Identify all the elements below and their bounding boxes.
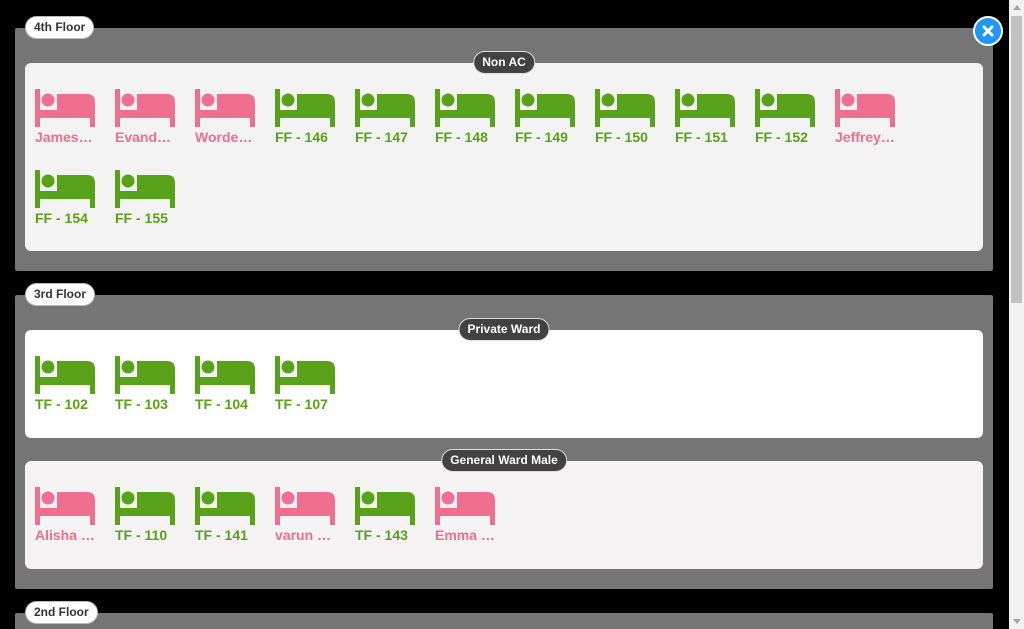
- bed-item[interactable]: FF - 149: [515, 89, 595, 155]
- bed-icon: [115, 356, 175, 394]
- bed-icon: [275, 487, 335, 525]
- bed-list: Alisha K… TF - 110 TF - 141 varun m… TF - 14…: [35, 487, 985, 553]
- floor-label: 2nd Floor: [25, 601, 98, 624]
- bed-icon: [755, 89, 815, 127]
- bed-icon: [195, 487, 255, 525]
- bed-item[interactable]: FF - 148: [435, 89, 515, 155]
- bed-icon: [35, 356, 95, 394]
- ward-label: General Ward Male: [441, 449, 567, 472]
- bed-item[interactable]: Jeffrey …: [835, 89, 915, 155]
- bed-icon: [435, 89, 495, 127]
- bed-label: TF - 102: [35, 396, 88, 412]
- bed-label: FF - 152: [755, 129, 808, 145]
- bed-icon: [355, 487, 415, 525]
- bed-item[interactable]: Evander…: [115, 89, 195, 155]
- ward-label: Non AC: [473, 51, 535, 74]
- bed-item[interactable]: FF - 146: [275, 89, 355, 155]
- bed-label: Emma …: [435, 527, 495, 543]
- bed-item[interactable]: TF - 103: [115, 356, 195, 422]
- bed-label: Alisha K…: [35, 527, 95, 543]
- bed-item[interactable]: FF - 155: [115, 170, 195, 236]
- bed-label: FF - 155: [115, 210, 168, 226]
- bed-icon: [515, 89, 575, 127]
- bed-icon: [195, 89, 255, 127]
- bed-label: FF - 147: [355, 129, 408, 145]
- scroll-thumb[interactable]: [1011, 16, 1022, 303]
- bed-label: FF - 149: [515, 129, 568, 145]
- bed-label: TF - 141: [195, 527, 248, 543]
- bed-item[interactable]: varun m…: [275, 487, 355, 553]
- bed-icon: [115, 487, 175, 525]
- bed-label: TF - 103: [115, 396, 168, 412]
- bed-label: TF - 107: [275, 396, 328, 412]
- bed-label: Evander…: [115, 129, 175, 145]
- bed-label: Jamesh…: [35, 129, 95, 145]
- bed-item[interactable]: Jamesh…: [35, 89, 115, 155]
- floor-3rd: 3rd Floor Private Ward TF - 102 TF - 103 T…: [15, 283, 993, 589]
- bed-item[interactable]: Wordey …: [195, 89, 275, 155]
- bed-item[interactable]: FF - 154: [35, 170, 115, 236]
- bed-item[interactable]: TF - 110: [115, 487, 195, 553]
- floor-label: 4th Floor: [25, 16, 95, 39]
- floor-label: 3rd Floor: [25, 283, 96, 306]
- bed-item[interactable]: TF - 143: [355, 487, 435, 553]
- bed-item[interactable]: FF - 151: [675, 89, 755, 155]
- floor-2nd: 2nd Floor: [15, 601, 993, 629]
- bed-label: FF - 148: [435, 129, 488, 145]
- bed-item[interactable]: TF - 102: [35, 356, 115, 422]
- bed-label: TF - 110: [115, 527, 168, 543]
- bed-item[interactable]: FF - 152: [755, 89, 835, 155]
- bed-icon: [355, 89, 415, 127]
- vertical-scrollbar[interactable]: [1009, 0, 1024, 629]
- ward-general-male: General Ward Male Alisha K… TF - 110 TF - …: [25, 449, 985, 569]
- bed-icon: [675, 89, 735, 127]
- bed-label: varun m…: [275, 527, 335, 543]
- bed-icon: [835, 89, 895, 127]
- bed-label: FF - 151: [675, 129, 728, 145]
- bed-item[interactable]: Emma …: [435, 487, 515, 553]
- bed-label: TF - 143: [355, 527, 408, 543]
- bed-label: FF - 154: [35, 210, 88, 226]
- bed-list: TF - 102 TF - 103 TF - 104 TF - 107: [35, 356, 985, 422]
- bed-label: Wordey …: [195, 129, 255, 145]
- bed-icon: [35, 487, 95, 525]
- bed-item[interactable]: Alisha K…: [35, 487, 115, 553]
- floor-4th: 4th Floor Non AC Jamesh… Evander… Wordey ……: [15, 16, 993, 271]
- bed-icon: [275, 356, 335, 394]
- bed-map-viewport: 4th Floor Non AC Jamesh… Evander… Wordey ……: [0, 0, 1009, 629]
- scroll-down-icon[interactable]: [1013, 619, 1021, 624]
- bed-label: TF - 104: [195, 396, 248, 412]
- bed-icon: [195, 356, 255, 394]
- bed-label: Jeffrey …: [835, 129, 895, 145]
- close-button[interactable]: [973, 16, 1003, 46]
- bed-icon: [115, 170, 175, 208]
- close-icon: [982, 25, 994, 37]
- bed-item[interactable]: TF - 141: [195, 487, 275, 553]
- bed-item[interactable]: TF - 107: [275, 356, 355, 422]
- bed-icon: [35, 170, 95, 208]
- bed-label: FF - 150: [595, 129, 648, 145]
- bed-item[interactable]: FF - 147: [355, 89, 435, 155]
- bed-icon: [595, 89, 655, 127]
- bed-list: Jamesh… Evander… Wordey … FF - 146 FF - 147 F…: [35, 89, 985, 236]
- bed-icon: [35, 89, 95, 127]
- bed-icon: [275, 89, 335, 127]
- ward-non-ac: Non AC Jamesh… Evander… Wordey … FF - 146 FF…: [25, 51, 985, 251]
- scroll-up-icon[interactable]: [1013, 5, 1021, 10]
- bed-label: FF - 146: [275, 129, 328, 145]
- ward-label: Private Ward: [458, 318, 550, 341]
- ward-private: Private Ward TF - 102 TF - 103 TF - 104 TF …: [25, 318, 985, 438]
- bed-icon: [115, 89, 175, 127]
- bed-item[interactable]: TF - 104: [195, 356, 275, 422]
- bed-item[interactable]: FF - 150: [595, 89, 675, 155]
- bed-icon: [435, 487, 495, 525]
